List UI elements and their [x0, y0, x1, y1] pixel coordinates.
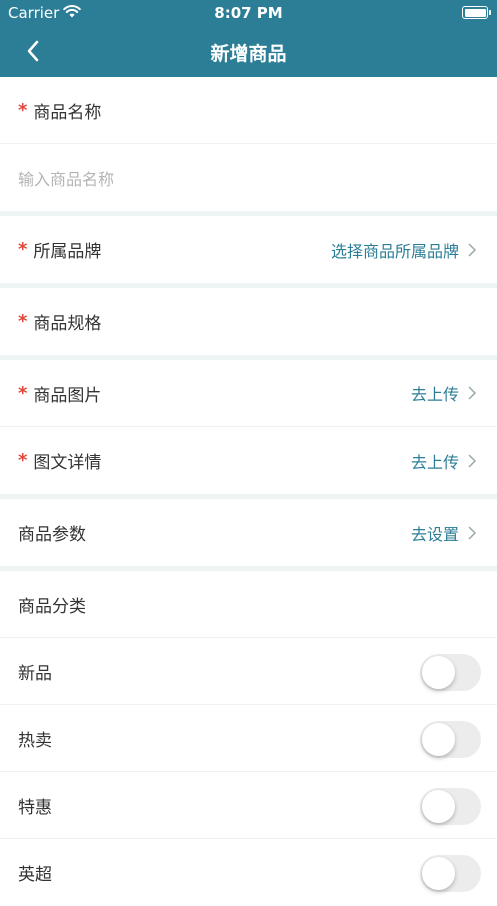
- params-row[interactable]: 商品参数 去设置: [0, 499, 497, 566]
- chevron-right-icon: [468, 453, 477, 468]
- premier-toggle[interactable]: [420, 855, 481, 892]
- detail-upload-button[interactable]: 去上传: [411, 427, 477, 494]
- required-mark: *: [18, 382, 28, 404]
- image-action-label: 去上传: [410, 385, 459, 404]
- category-header-row: 商品分类: [0, 571, 497, 638]
- battery-icon: [462, 6, 491, 19]
- name-label-row: * 商品名称: [0, 77, 497, 144]
- name-label: 商品名称: [33, 102, 102, 123]
- spec-row[interactable]: * 商品规格: [0, 288, 497, 355]
- toggle-row-premier: 英超: [0, 839, 497, 906]
- hot-toggle[interactable]: [420, 721, 481, 758]
- brand-label: 所属品牌: [33, 242, 102, 262]
- brand-action-label: 选择商品所属品牌: [330, 241, 459, 261]
- toggle-label: 热卖: [18, 730, 52, 751]
- chevron-right-icon: [468, 525, 477, 540]
- discount-toggle[interactable]: [420, 788, 481, 825]
- status-bar: Carrier 8:07 PM: [0, 0, 497, 26]
- toggle-row-hot: 热卖: [0, 705, 497, 772]
- params-action-label: 去设置: [410, 524, 459, 544]
- page-title: 新增商品: [210, 43, 287, 65]
- toggle-label: 特惠: [18, 797, 52, 818]
- detail-row[interactable]: * 图文详情 去上传: [0, 427, 497, 494]
- chevron-right-icon: [468, 242, 477, 257]
- brand-row[interactable]: * 所属品牌 选择商品所属品牌: [0, 216, 497, 283]
- toggle-label: 英超: [18, 865, 52, 885]
- detail-label: 图文详情: [33, 453, 102, 473]
- product-form: * 商品名称 输入商品名称 * 所属品牌 选择商品所属品牌 * 商品规格 * 商…: [0, 77, 497, 906]
- toggle-row-discount: 特惠: [0, 772, 497, 839]
- detail-action-label: 去上传: [410, 452, 459, 472]
- header: Carrier 8:07 PM 新增商品: [0, 0, 497, 77]
- name-input-row[interactable]: 输入商品名称: [0, 144, 497, 211]
- category-label: 商品分类: [18, 596, 86, 617]
- required-mark: *: [18, 239, 28, 260]
- image-label: 商品图片: [33, 385, 102, 406]
- new-toggle[interactable]: [420, 654, 481, 691]
- image-row[interactable]: * 商品图片 去上传: [0, 360, 497, 427]
- toggle-row-new: 新品: [0, 638, 497, 705]
- image-upload-button[interactable]: 去上传: [411, 360, 477, 426]
- nav-bar: 新增商品: [0, 26, 497, 77]
- required-mark: *: [18, 311, 28, 332]
- brand-select-button[interactable]: 选择商品所属品牌: [331, 216, 477, 283]
- params-label: 商品参数: [18, 525, 86, 545]
- chevron-right-icon: [468, 386, 477, 400]
- status-time: 8:07 PM: [214, 4, 283, 22]
- name-input[interactable]: 输入商品名称: [18, 166, 114, 190]
- params-setup-button[interactable]: 去设置: [411, 499, 477, 566]
- required-mark: *: [18, 450, 28, 471]
- spec-label: 商品规格: [33, 314, 102, 334]
- toggle-label: 新品: [18, 663, 52, 684]
- required-mark: *: [18, 99, 28, 121]
